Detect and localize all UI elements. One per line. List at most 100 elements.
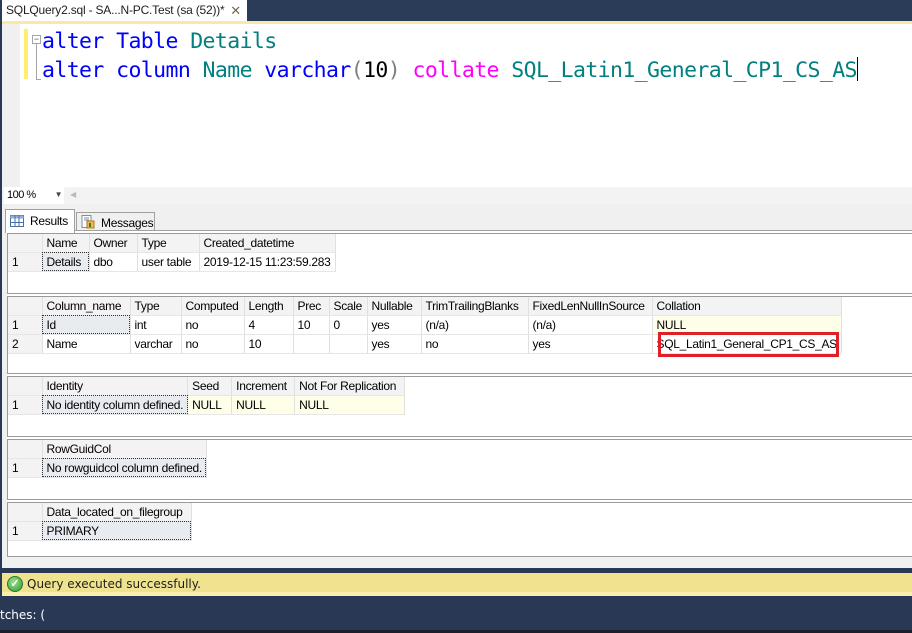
query-status-bar: ✓ Query executed successfully. — [2, 573, 912, 596]
grid-cell[interactable]: varchar — [130, 334, 182, 354]
row-header-corner — [8, 503, 43, 522]
column-header[interactable]: Not For Replication — [294, 377, 406, 396]
column-header[interactable]: Nullable — [367, 297, 422, 316]
grid-cell[interactable]: (n/a) — [421, 315, 529, 335]
table-row: 1 Id int no 4 10 0 yes (n/a) (n/a) NULL — [8, 315, 842, 335]
row-number[interactable]: 2 — [8, 334, 43, 354]
grid-cell[interactable]: NULL — [294, 395, 406, 415]
document-tab-title: SQLQuery2.sql - SA...N-PC.Test (sa (52))… — [6, 3, 225, 17]
grid-cell[interactable]: NULL — [652, 315, 842, 335]
result-grid-2: Column_name Type Computed Length Prec Sc… — [7, 296, 912, 374]
grid-cell[interactable]: no — [421, 334, 529, 354]
text-caret — [856, 57, 858, 81]
fold-guide — [36, 44, 37, 80]
grid-cell[interactable]: Details — [42, 252, 90, 272]
query-editor[interactable]: − alter Table Details alter column Name … — [2, 24, 912, 187]
grid-cell[interactable]: Name — [42, 334, 131, 354]
results-pane: Results Messages Name Owner Type Created… — [2, 204, 912, 568]
tab-messages-label: Messages — [101, 216, 154, 230]
zoom-bar: 100 % ▼ ◀ — [2, 187, 912, 204]
grid-icon — [10, 215, 24, 227]
column-header[interactable]: Owner — [89, 234, 138, 253]
row-header-corner — [8, 440, 43, 459]
column-header[interactable]: Created_datetime — [199, 234, 336, 253]
chevron-down-icon[interactable]: ▼ — [55, 190, 63, 199]
row-number[interactable]: 1 — [8, 315, 43, 335]
grid-cell[interactable]: dbo — [89, 252, 138, 272]
change-tracking-bar — [24, 29, 28, 79]
grid-cell[interactable]: 2019-12-15 11:23:59.283 — [199, 252, 336, 272]
result-grid-5: Data_located_on_filegroup 1 PRIMARY — [7, 502, 912, 557]
column-header[interactable]: Data_located_on_filegroup — [42, 503, 192, 522]
grid-cell[interactable]: no — [181, 315, 245, 335]
grid-cell[interactable]: NULL — [187, 395, 233, 415]
row-number[interactable]: 1 — [8, 252, 43, 272]
grid-cell[interactable]: Id — [42, 315, 131, 335]
code-text[interactable]: alter Table Details alter column Name va… — [42, 27, 858, 85]
grid-cell[interactable]: 4 — [244, 315, 294, 335]
status-text: Query executed successfully. — [27, 577, 201, 591]
zoom-dropdown[interactable]: 100 % ▼ — [4, 187, 64, 204]
keyword: column — [116, 58, 191, 83]
grid-cell[interactable]: 10 — [293, 315, 330, 335]
column-header[interactable]: RowGuidCol — [42, 440, 207, 459]
grid-cell[interactable]: yes — [367, 334, 422, 354]
keyword: varchar — [264, 58, 351, 83]
column-header[interactable]: FixedLenNullInSource — [528, 297, 653, 316]
collapse-icon[interactable]: − — [32, 35, 41, 44]
table-row: 1 No rowguidcol column defined. — [8, 458, 207, 478]
editor-gutter — [2, 24, 20, 187]
grid-header-row: Data_located_on_filegroup — [8, 503, 192, 522]
bottom-panel-text: tches: ( — [0, 608, 46, 622]
row-header-corner — [8, 377, 43, 396]
number: 10 — [363, 58, 388, 83]
close-icon[interactable]: ✕ — [230, 3, 241, 19]
column-header[interactable]: Seed — [187, 377, 233, 396]
table-row: 1 PRIMARY — [8, 521, 192, 541]
success-check-icon: ✓ — [7, 576, 23, 592]
grid-cell[interactable]: PRIMARY — [42, 521, 192, 541]
tab-results-label: Results — [30, 214, 68, 228]
grid-cell[interactable]: yes — [528, 334, 653, 354]
result-grid-4: RowGuidCol 1 No rowguidcol column define… — [7, 439, 912, 500]
messages-icon — [81, 215, 95, 229]
column-header[interactable]: Column_name — [42, 297, 131, 316]
column-header[interactable]: Prec — [293, 297, 330, 316]
document-tab-strip: SQLQuery2.sql - SA...N-PC.Test (sa (52))… — [0, 0, 912, 22]
row-number[interactable]: 1 — [8, 521, 43, 541]
keyword: Table — [116, 29, 178, 54]
grid-cell[interactable] — [293, 334, 330, 354]
grid-cell[interactable]: 10 — [244, 334, 294, 354]
grid-cell[interactable]: No identity column defined. — [42, 395, 189, 415]
results-grids: Name Owner Type Created_datetime 1 Detai… — [7, 230, 912, 557]
table-row: 1 Details dbo user table 2019-12-15 11:2… — [8, 252, 336, 272]
grid-cell[interactable]: NULL — [231, 395, 296, 415]
column-header[interactable]: Type — [137, 234, 200, 253]
column-header[interactable]: Collation — [652, 297, 842, 316]
grid-cell[interactable]: no — [181, 334, 245, 354]
grid-cell-collation-highlighted[interactable]: SQL_Latin1_General_CP1_CS_AS — [652, 334, 842, 354]
grid-cell[interactable]: int — [130, 315, 182, 335]
column-header[interactable]: Scale — [329, 297, 368, 316]
grid-cell[interactable]: 0 — [329, 315, 368, 335]
grid-cell[interactable]: yes — [367, 315, 422, 335]
column-header[interactable]: Name — [42, 234, 90, 253]
column-header[interactable]: TrimTrailingBlanks — [421, 297, 529, 316]
column-header[interactable]: Identity — [42, 377, 189, 396]
row-number[interactable]: 1 — [8, 395, 43, 415]
column-header[interactable]: Increment — [231, 377, 296, 396]
tab-results[interactable]: Results — [5, 209, 75, 233]
column-header[interactable]: Length — [244, 297, 294, 316]
tab-messages[interactable]: Messages — [76, 212, 155, 231]
grid-cell[interactable] — [329, 334, 368, 354]
grid-cell[interactable]: user table — [137, 252, 200, 272]
scroll-left-icon[interactable]: ◀ — [70, 190, 76, 199]
column-header[interactable]: Computed — [181, 297, 245, 316]
document-tab[interactable]: SQLQuery2.sql - SA...N-PC.Test (sa (52))… — [2, 0, 247, 21]
grid-cell[interactable]: (n/a) — [528, 315, 653, 335]
result-grid-3: Identity Seed Increment Not For Replicat… — [7, 376, 912, 437]
grid-header-row: RowGuidCol — [8, 440, 207, 459]
row-number[interactable]: 1 — [8, 458, 43, 478]
grid-cell[interactable]: No rowguidcol column defined. — [42, 458, 207, 478]
column-header[interactable]: Type — [130, 297, 182, 316]
